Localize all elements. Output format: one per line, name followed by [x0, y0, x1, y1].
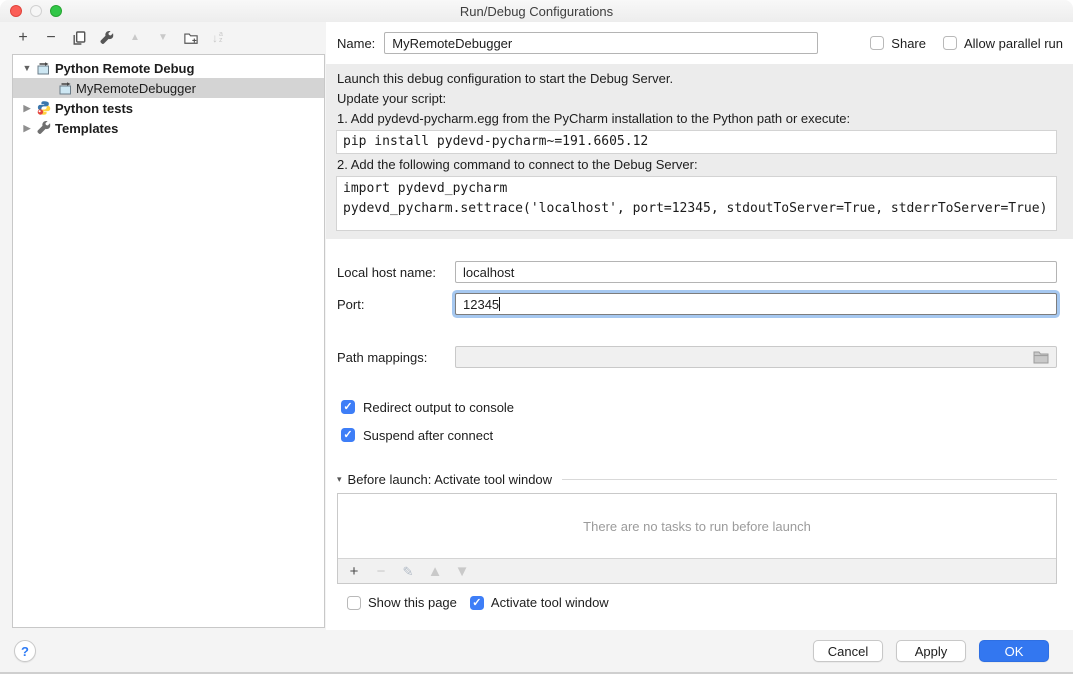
local-host-name-label: Local host name:	[337, 265, 455, 280]
python-tests-icon	[36, 101, 51, 115]
expand-arrow-icon[interactable]: ▶	[22, 123, 32, 134]
move-task-up-icon: ▲	[428, 563, 442, 579]
description-panel: Launch this debug configuration to start…	[326, 64, 1073, 239]
check-icon: ✓	[343, 400, 352, 413]
tree-item-label: MyRemoteDebugger	[76, 81, 196, 96]
suspend-after-connect-checkbox[interactable]: ✓	[341, 428, 355, 442]
configurations-tree: ▼ Python Remote Debug MyRemoteDebugger ▶	[12, 54, 325, 628]
remove-configuration-icon[interactable]: −	[44, 30, 58, 46]
port-input[interactable]: 12345	[455, 293, 1057, 315]
browse-folder-icon[interactable]	[1033, 351, 1049, 364]
apply-button[interactable]: Apply	[896, 640, 966, 662]
port-label: Port:	[337, 297, 455, 312]
sidebar-toolbar: + − ▲ ▼ ↓ a z	[0, 22, 326, 54]
allow-parallel-run-label: Allow parallel run	[964, 36, 1063, 51]
tree-item-templates[interactable]: ▶ Templates	[13, 118, 324, 138]
redirect-output-label: Redirect output to console	[363, 400, 514, 415]
share-label: Share	[891, 36, 926, 51]
configuration-editor: Name: MyRemoteDebugger ✓ Share ✓ Allow p…	[326, 22, 1073, 630]
check-icon: ✓	[472, 596, 481, 609]
remote-debug-icon	[36, 62, 51, 75]
minimize-button	[30, 5, 42, 17]
zoom-button[interactable]	[50, 5, 62, 17]
show-this-page-label: Show this page	[368, 595, 457, 610]
name-label: Name:	[337, 36, 375, 51]
expand-arrow-icon[interactable]: ▶	[22, 103, 32, 114]
activate-tool-window-label: Activate tool window	[491, 595, 609, 610]
path-mappings-label: Path mappings:	[337, 350, 455, 365]
show-this-page-checkbox[interactable]: ✓	[347, 596, 361, 610]
configurations-sidebar: + − ▲ ▼ ↓ a z	[0, 22, 326, 630]
before-launch-tasks-panel: There are no tasks to run before launch …	[337, 493, 1057, 584]
description-line: Update your script:	[336, 89, 1057, 109]
help-button[interactable]: ?	[14, 640, 36, 662]
add-task-icon[interactable]: +	[347, 563, 361, 579]
tree-item-label: Templates	[55, 121, 118, 136]
tree-item-label: Python tests	[55, 101, 133, 116]
pip-install-code-snippet: pip install pydevd-pycharm~=191.6605.12	[336, 130, 1057, 154]
before-launch-empty-text: There are no tasks to run before launch	[338, 494, 1056, 558]
window-title: Run/Debug Configurations	[460, 4, 613, 19]
collapse-arrow-icon[interactable]: ▼	[22, 63, 32, 73]
description-step-2: 2. Add the following command to connect …	[336, 155, 1057, 175]
share-checkbox[interactable]: ✓	[870, 36, 884, 50]
tree-item-python-remote-debug[interactable]: ▼ Python Remote Debug	[13, 58, 324, 78]
check-icon: ✓	[343, 428, 352, 441]
traffic-lights	[10, 5, 62, 17]
activate-tool-window-checkbox[interactable]: ✓	[470, 596, 484, 610]
ok-button[interactable]: OK	[979, 640, 1049, 662]
sort-configurations-icon: ↓ a z	[212, 31, 232, 45]
new-folder-icon[interactable]	[184, 30, 198, 46]
move-down-icon: ▼	[156, 30, 170, 46]
move-task-down-icon: ▼	[455, 563, 469, 579]
title-bar: Run/Debug Configurations	[0, 0, 1073, 22]
help-icon: ?	[21, 644, 29, 659]
settrace-code-snippet: import pydevd_pycharm pydevd_pycharm.set…	[336, 176, 1057, 231]
before-launch-title: Before launch: Activate tool window	[348, 472, 553, 487]
remote-debug-icon	[58, 82, 73, 95]
edit-task-icon: ✎	[401, 563, 415, 579]
copy-configuration-icon[interactable]	[72, 30, 86, 46]
description-line: Launch this debug configuration to start…	[336, 69, 1057, 89]
dialog-footer: ? Cancel Apply OK	[0, 630, 1073, 672]
before-launch-toolbar: + − ✎ ▲ ▼	[338, 558, 1056, 583]
allow-parallel-run-checkbox[interactable]: ✓	[943, 36, 957, 50]
suspend-after-connect-label: Suspend after connect	[363, 428, 493, 443]
section-rule	[562, 479, 1057, 480]
cancel-button[interactable]: Cancel	[813, 640, 883, 662]
remove-task-icon: −	[374, 563, 388, 579]
tree-item-myremotedebugger[interactable]: MyRemoteDebugger	[13, 78, 324, 98]
local-host-name-input[interactable]: localhost	[455, 261, 1057, 283]
edit-templates-icon[interactable]	[100, 30, 114, 46]
path-mappings-input[interactable]	[455, 346, 1057, 368]
text-caret	[499, 297, 500, 311]
tree-item-label: Python Remote Debug	[55, 61, 194, 76]
description-step-1: 1. Add pydevd-pycharm.egg from the PyCha…	[336, 109, 1057, 129]
close-button[interactable]	[10, 5, 22, 17]
before-launch-section-header[interactable]: ▾ Before launch: Activate tool window	[337, 471, 1057, 487]
section-collapse-icon[interactable]: ▾	[337, 474, 342, 485]
add-configuration-icon[interactable]: +	[16, 30, 30, 46]
redirect-output-checkbox[interactable]: ✓	[341, 400, 355, 414]
move-up-icon: ▲	[128, 30, 142, 46]
tree-item-python-tests[interactable]: ▶ Python tests	[13, 98, 324, 118]
wrench-icon	[36, 121, 51, 135]
run-debug-configurations-dialog: Run/Debug Configurations + − ▲ ▼ ↓	[0, 0, 1073, 674]
name-input[interactable]: MyRemoteDebugger	[384, 32, 818, 54]
